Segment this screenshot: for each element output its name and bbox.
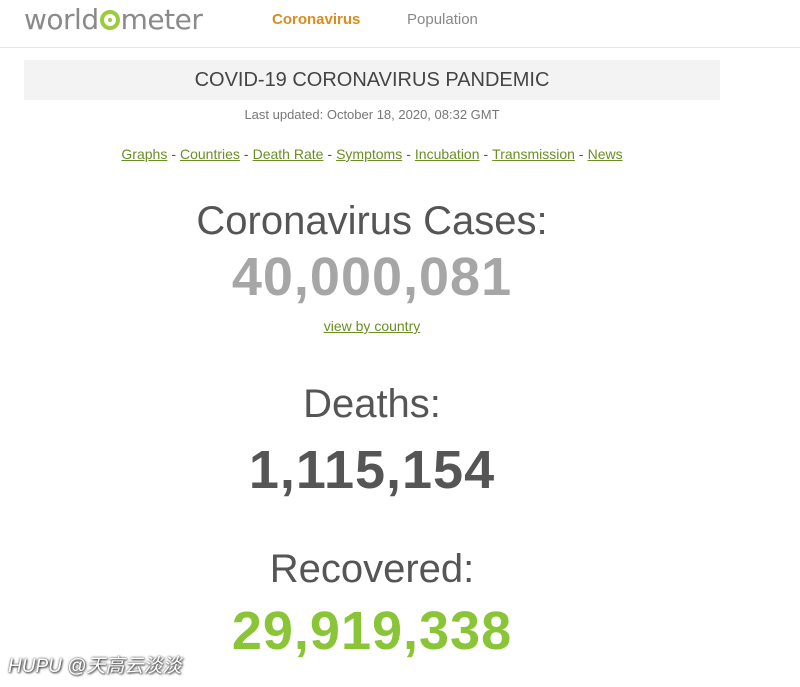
deaths-value: 1,115,154 xyxy=(248,440,496,500)
top-navbar: world meter Coronavirus Population xyxy=(0,0,800,48)
link-transmission[interactable]: Transmission xyxy=(492,146,575,162)
link-separator: - xyxy=(578,146,584,162)
link-incubation[interactable]: Incubation xyxy=(415,146,480,162)
link-countries[interactable]: Countries xyxy=(180,146,240,162)
link-separator: - xyxy=(171,146,176,162)
cases-counter: Coronavirus Cases: 40,000,081 view by co… xyxy=(24,197,720,336)
link-separator: - xyxy=(327,146,333,162)
link-symptoms[interactable]: Symptoms xyxy=(336,146,402,162)
last-updated-text: Last updated: October 18, 2020, 08:32 GM… xyxy=(244,107,500,122)
page-title-banner: COVID-19 CORONAVIRUS PANDEMIC xyxy=(24,60,720,100)
deaths-label: Deaths: xyxy=(303,382,441,426)
link-news[interactable]: News xyxy=(588,146,623,162)
deaths-counter: Deaths: 1,115,154 xyxy=(24,380,720,502)
cases-label: Coronavirus Cases: xyxy=(196,199,548,243)
view-by-country-link[interactable]: view by country xyxy=(324,317,420,335)
logo-text-world: world xyxy=(24,3,99,36)
watermark: HUPU @天高云淡淡 xyxy=(8,656,182,677)
section-links: Graphs - Countries - Death Rate - Symptoms - Inc… xyxy=(24,145,720,163)
page-title: COVID-19 CORONAVIRUS PANDEMIC xyxy=(194,69,550,91)
recovered-label: Recovered: xyxy=(269,547,475,591)
link-separator: - xyxy=(243,146,249,162)
link-graphs[interactable]: Graphs xyxy=(121,146,167,162)
recovered-value: 29,919,338 xyxy=(231,601,513,661)
nav-population-link[interactable]: Population xyxy=(407,11,478,29)
logo-o-icon xyxy=(99,10,120,30)
cases-value: 40,000,081 xyxy=(231,247,513,307)
nav-coronavirus-link[interactable]: Coronavirus xyxy=(272,11,360,29)
logo-text-meter: meter xyxy=(120,3,203,36)
link-separator: - xyxy=(483,146,489,162)
link-separator: - xyxy=(406,146,411,162)
worldometer-logo[interactable]: world meter xyxy=(24,2,203,38)
link-death-rate[interactable]: Death Rate xyxy=(253,146,324,162)
recovered-counter: Recovered: 29,919,338 xyxy=(24,545,720,663)
